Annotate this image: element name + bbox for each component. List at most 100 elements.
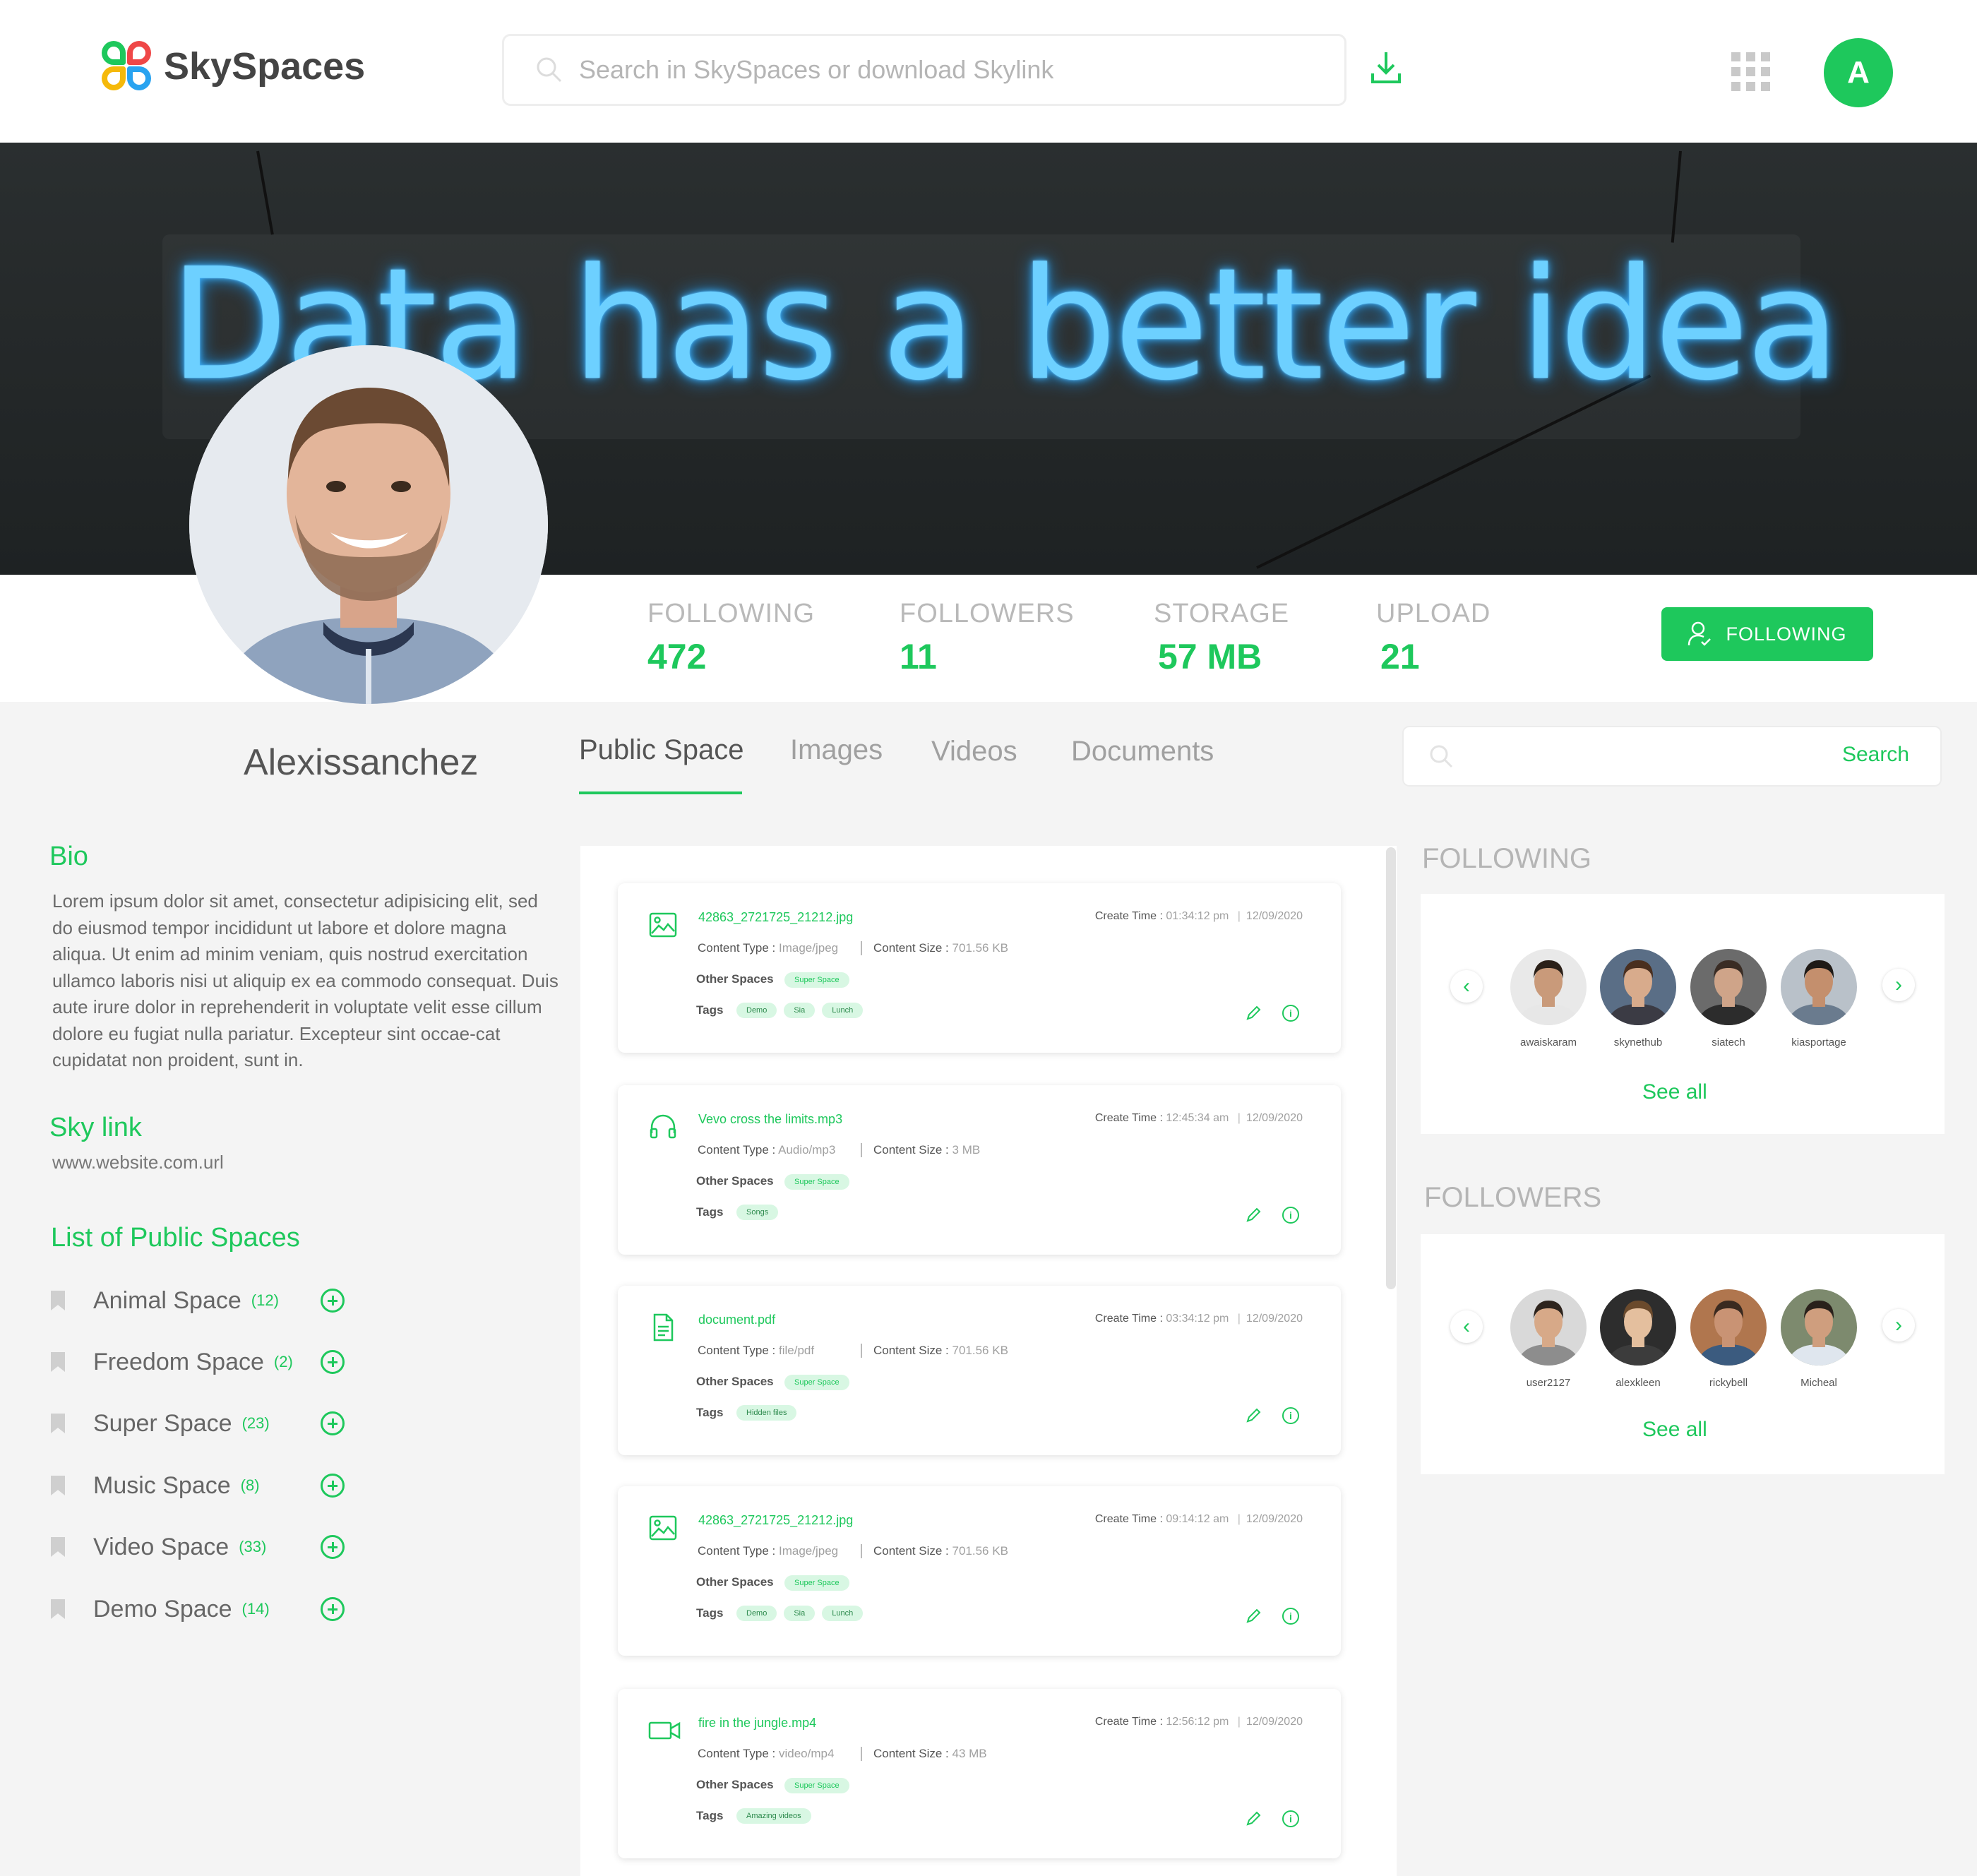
file-name[interactable]: document.pdf: [698, 1313, 775, 1327]
content-type-label: Content Type :: [698, 1747, 776, 1760]
add-space-icon[interactable]: [321, 1350, 345, 1374]
tags-list: Amazing videos: [736, 1808, 818, 1824]
content-type-value: file/pdf: [779, 1344, 815, 1357]
space-item[interactable]: Demo Space (14): [51, 1588, 270, 1630]
person-card[interactable]: awaiskaram: [1510, 949, 1587, 1048]
person-avatar: [1510, 949, 1587, 1025]
info-icon[interactable]: i: [1282, 1608, 1299, 1625]
content-size-value: 701.56 KB: [952, 1344, 1008, 1357]
space-item[interactable]: Animal Space (12): [51, 1279, 279, 1322]
space-item[interactable]: Freedom Space (2): [51, 1341, 293, 1383]
other-spaces-label: Other Spaces: [696, 1375, 774, 1388]
carousel-next-button[interactable]: ›: [1882, 969, 1915, 1001]
info-icon[interactable]: i: [1282, 1005, 1299, 1022]
space-name: Music Space: [93, 1471, 231, 1499]
stat-upload: UPLOAD 21: [1376, 599, 1491, 677]
tab-documents[interactable]: Documents: [1071, 736, 1214, 767]
tag-pill[interactable]: Demo: [736, 1606, 777, 1621]
file-card[interactable]: document.pdf Create Time : 03:34:12 pm | 1…: [618, 1286, 1341, 1455]
create-time-label: Create Time :: [1094, 1513, 1163, 1525]
tag-pill[interactable]: Sia: [784, 1003, 816, 1018]
tab-videos[interactable]: Videos: [931, 736, 1017, 767]
stat-followers[interactable]: FOLLOWERS 11: [900, 599, 1075, 677]
person-card[interactable]: kiasportage: [1780, 949, 1858, 1048]
person-name: rickybell: [1709, 1377, 1748, 1389]
file-name[interactable]: fire in the jungle.mp4: [698, 1716, 816, 1731]
person-card[interactable]: user2127: [1510, 1289, 1587, 1389]
user-avatar[interactable]: A: [1824, 38, 1893, 107]
space-pill[interactable]: Super Space: [784, 1575, 849, 1591]
create-time-value: 12:56:12 pm: [1166, 1716, 1229, 1728]
chevron-left-icon: ‹: [1463, 974, 1470, 998]
tag-pill[interactable]: Hidden files: [736, 1405, 797, 1421]
space-item[interactable]: Super Space (23): [51, 1402, 270, 1445]
person-card[interactable]: alexkleen: [1599, 1289, 1677, 1389]
content-type-value: Audio/mp3: [778, 1143, 836, 1157]
following-button[interactable]: FOLLOWING: [1661, 607, 1873, 661]
tag-pill[interactable]: Demo: [736, 1003, 777, 1018]
tag-pill[interactable]: Amazing videos: [736, 1808, 811, 1824]
following-section-title: FOLLOWING: [1422, 843, 1592, 874]
edit-icon[interactable]: [1245, 1207, 1262, 1224]
global-search-input[interactable]: Search in SkySpaces or download Skylink: [502, 34, 1346, 106]
skylink-url[interactable]: www.website.com.url: [52, 1152, 224, 1173]
file-card[interactable]: Vevo cross the limits.mp3 Create Time : 1…: [618, 1085, 1341, 1255]
person-card[interactable]: skynethub: [1599, 949, 1677, 1048]
space-item[interactable]: Music Space (8): [51, 1464, 260, 1507]
stat-following[interactable]: FOLLOWING 472: [647, 599, 815, 677]
tab-public-space[interactable]: Public Space: [579, 734, 743, 766]
file-name[interactable]: 42863_2721725_21212.jpg: [698, 910, 853, 925]
person-name: skynethub: [1613, 1036, 1663, 1048]
tab-images[interactable]: Images: [790, 734, 883, 766]
space-pill[interactable]: Super Space: [784, 1778, 849, 1793]
info-icon[interactable]: i: [1282, 1207, 1299, 1224]
person-card[interactable]: rickybell: [1690, 1289, 1767, 1389]
add-space-icon[interactable]: [321, 1474, 345, 1498]
edit-icon[interactable]: [1245, 1407, 1262, 1424]
tags-label: Tags: [696, 1809, 724, 1822]
search-button[interactable]: Search: [1842, 743, 1909, 767]
file-name[interactable]: 42863_2721725_21212.jpg: [698, 1513, 853, 1528]
space-search-input[interactable]: Search: [1402, 726, 1942, 787]
file-card[interactable]: fire in the jungle.mp4 Create Time : 12:5…: [618, 1689, 1341, 1858]
content-type-value: video/mp4: [779, 1747, 835, 1760]
brand-logo[interactable]: SkySpaces: [100, 40, 365, 93]
edit-icon[interactable]: [1245, 1810, 1262, 1827]
download-skylink-button[interactable]: [1368, 48, 1404, 88]
person-card[interactable]: Micheal: [1780, 1289, 1858, 1389]
tag-pill[interactable]: Lunch: [822, 1606, 864, 1621]
file-name[interactable]: Vevo cross the limits.mp3: [698, 1112, 842, 1127]
file-card[interactable]: 42863_2721725_21212.jpg Create Time : 01:…: [618, 883, 1341, 1053]
profile-username: Alexissanchez: [244, 742, 479, 783]
info-icon[interactable]: i: [1282, 1407, 1299, 1424]
carousel-next-button[interactable]: ›: [1882, 1309, 1915, 1342]
headphones-icon: [648, 1112, 678, 1142]
tag-pill[interactable]: Sia: [784, 1606, 816, 1621]
space-pill[interactable]: Super Space: [784, 972, 849, 988]
content-size-value: 43 MB: [952, 1747, 987, 1760]
space-pill[interactable]: Super Space: [784, 1375, 849, 1390]
add-space-icon[interactable]: [321, 1597, 345, 1621]
carousel-prev-button[interactable]: ‹: [1450, 970, 1483, 1003]
apps-grid-button[interactable]: [1730, 51, 1772, 93]
stat-label: UPLOAD: [1376, 599, 1491, 628]
tag-pill[interactable]: Songs: [736, 1205, 779, 1220]
add-space-icon[interactable]: [321, 1411, 345, 1435]
person-name: user2127: [1526, 1377, 1571, 1389]
carousel-prev-button[interactable]: ‹: [1450, 1310, 1483, 1343]
add-space-icon[interactable]: [321, 1535, 345, 1559]
space-pill[interactable]: Super Space: [784, 1174, 849, 1190]
feed-scrollbar[interactable]: [1386, 847, 1396, 1289]
space-item[interactable]: Video Space (33): [51, 1526, 266, 1568]
add-space-icon[interactable]: [321, 1289, 345, 1313]
info-icon[interactable]: i: [1282, 1810, 1299, 1827]
file-card[interactable]: 42863_2721725_21212.jpg Create Time : 09:…: [618, 1486, 1341, 1656]
edit-icon[interactable]: [1245, 1608, 1262, 1625]
tag-pill[interactable]: Lunch: [822, 1003, 864, 1018]
see-all-following-link[interactable]: See all: [1642, 1080, 1707, 1104]
tags-list: Hidden files: [736, 1405, 804, 1421]
see-all-followers-link[interactable]: See all: [1642, 1418, 1707, 1442]
edit-icon[interactable]: [1245, 1005, 1262, 1022]
person-card[interactable]: siatech: [1690, 949, 1767, 1048]
space-name: Freedom Space: [93, 1348, 264, 1375]
